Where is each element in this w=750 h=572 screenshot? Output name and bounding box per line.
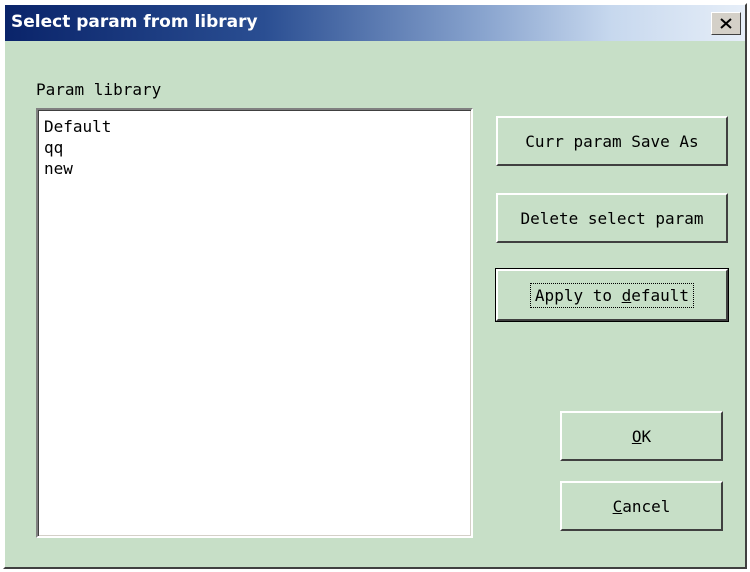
list-item[interactable]: Default xyxy=(44,116,471,137)
ok-label: OK xyxy=(631,426,652,446)
title-bar[interactable]: Select param from library xyxy=(5,5,745,41)
param-library-list[interactable]: Default qq new xyxy=(36,108,473,538)
param-library-label: Param library xyxy=(36,80,162,99)
apply-default-button[interactable]: Apply to default xyxy=(495,268,729,322)
save-as-label: Curr param Save As xyxy=(525,131,699,151)
ok-button[interactable]: OK xyxy=(560,411,723,461)
save-as-button[interactable]: Curr param Save As xyxy=(496,116,728,166)
apply-default-label: Apply to default xyxy=(529,282,695,308)
dialog-window: Select param from library Param library … xyxy=(3,3,747,569)
close-icon xyxy=(720,14,732,33)
cancel-button[interactable]: Cancel xyxy=(560,481,723,531)
window-title: Select param from library xyxy=(11,12,258,32)
delete-param-button[interactable]: Delete select param xyxy=(496,193,728,243)
close-button[interactable] xyxy=(711,12,741,35)
list-item[interactable]: new xyxy=(44,158,471,179)
cancel-label: Cancel xyxy=(612,496,671,516)
list-item[interactable]: qq xyxy=(44,137,471,158)
delete-param-label: Delete select param xyxy=(520,208,704,228)
